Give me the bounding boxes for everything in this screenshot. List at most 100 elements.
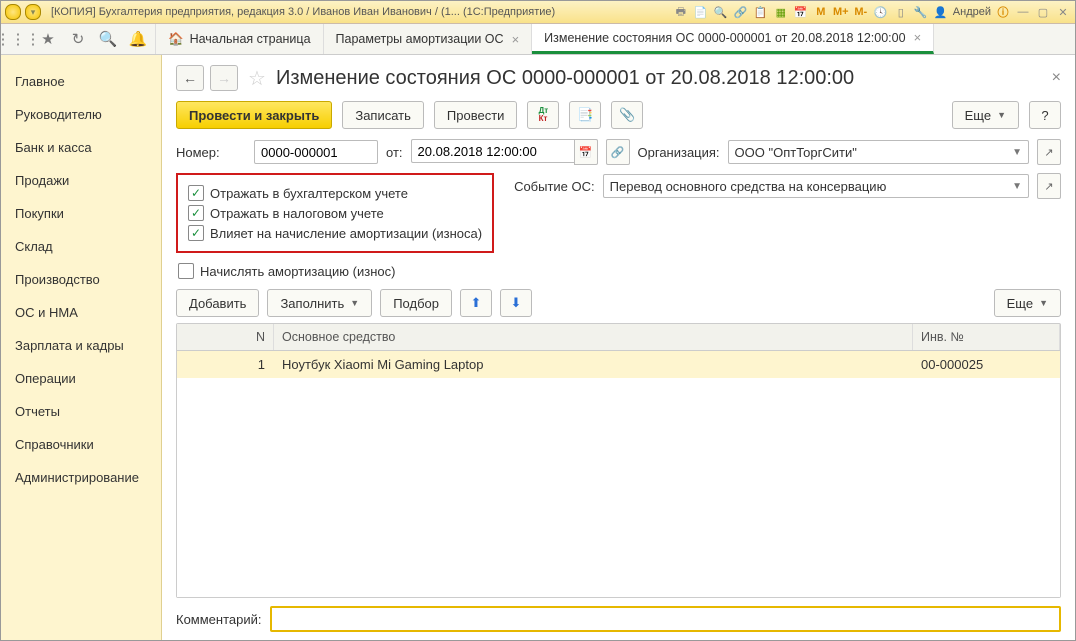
- move-down-button[interactable]: ⬇: [500, 289, 532, 317]
- sidebar: Главное Руководителю Банк и касса Продаж…: [1, 55, 162, 640]
- comment-label: Комментарий:: [176, 612, 262, 627]
- clipboard-icon[interactable]: 📋: [753, 4, 769, 20]
- table-row[interactable]: 1 Ноутбук Xiaomi Mi Gaming Laptop 00-000…: [177, 351, 1060, 378]
- wrench-icon[interactable]: 🔧: [913, 4, 929, 20]
- attach-button[interactable]: 📎: [611, 101, 643, 129]
- move-up-button[interactable]: ⬆: [460, 289, 492, 317]
- sidebar-item-warehouse[interactable]: Склад: [1, 230, 161, 263]
- close-tab-icon[interactable]: ×: [914, 30, 922, 45]
- date-input[interactable]: [411, 139, 574, 163]
- calendar-button[interactable]: 📅: [574, 139, 598, 165]
- sidebar-item-salary[interactable]: Зарплата и кадры: [1, 329, 161, 362]
- more-list-button[interactable]: Еще▼: [994, 289, 1061, 317]
- checkbox-checked-icon: ✓: [188, 225, 204, 241]
- col-inv-header[interactable]: Инв. №: [913, 324, 1060, 350]
- chevron-down-icon: ▼: [1012, 181, 1022, 192]
- number-input[interactable]: [254, 140, 378, 164]
- user-name[interactable]: Андрей: [953, 6, 991, 18]
- cell-n: 1: [177, 351, 274, 378]
- sidebar-item-reports[interactable]: Отчеты: [1, 395, 161, 428]
- check-buh[interactable]: ✓ Отражать в бухгалтерском учете: [188, 185, 482, 201]
- top-toolbar: ⋮⋮⋮ ★ ↻ 🔍 🔔 🏠 Начальная страница Парамет…: [1, 24, 1075, 55]
- post-and-close-button[interactable]: Провести и закрыть: [176, 101, 332, 129]
- tab-home[interactable]: 🏠 Начальная страница: [156, 24, 324, 54]
- more-button[interactable]: Еще▼: [952, 101, 1019, 129]
- number-label: Номер:: [176, 145, 246, 160]
- nav-forward-button[interactable]: →: [210, 65, 238, 91]
- org-select[interactable]: ООО "ОптТоргСити" ▼: [728, 140, 1029, 164]
- assets-table: N Основное средство Инв. № 1 Ноутбук Xia…: [176, 323, 1061, 598]
- sidebar-item-purchases[interactable]: Покупки: [1, 197, 161, 230]
- accounting-checks-block: ✓Отражать в бухгалтерском учете ✓Отражат…: [176, 173, 494, 253]
- apps-icon[interactable]: ⋮⋮⋮: [9, 30, 27, 48]
- m-plus-icon[interactable]: M+: [833, 4, 849, 20]
- check-amort-calc[interactable]: Начислять амортизацию (износ): [178, 263, 494, 279]
- close-tab-icon[interactable]: ×: [512, 32, 520, 47]
- sidebar-item-production[interactable]: Производство: [1, 263, 161, 296]
- print2-icon[interactable]: 📄: [693, 4, 709, 20]
- clock-icon[interactable]: 🕓: [873, 4, 889, 20]
- close-window-icon[interactable]: ✕: [1055, 4, 1071, 20]
- select-button[interactable]: Подбор: [380, 289, 452, 317]
- tab-amort-params[interactable]: Параметры амортизации ОС ×: [324, 24, 533, 54]
- org-open-button[interactable]: ↗: [1037, 139, 1061, 165]
- sidebar-item-refs[interactable]: Справочники: [1, 428, 161, 461]
- link-button[interactable]: 🔗: [606, 139, 630, 165]
- structure-button[interactable]: 📑: [569, 101, 601, 129]
- sidebar-item-main[interactable]: Главное: [1, 65, 161, 98]
- help-button[interactable]: ?: [1029, 101, 1061, 129]
- search-icon[interactable]: 🔍: [99, 30, 117, 48]
- minimize-icon[interactable]: —: [1015, 4, 1031, 20]
- link-icon[interactable]: 🔗: [733, 4, 749, 20]
- sidebar-item-bank[interactable]: Банк и касса: [1, 131, 161, 164]
- org-label: Организация:: [638, 145, 720, 160]
- calc-icon[interactable]: ▦: [773, 4, 789, 20]
- check-label: Начислять амортизацию (износ): [200, 264, 395, 279]
- tab-change-state[interactable]: Изменение состояния ОС 0000-000001 от 20…: [532, 24, 934, 54]
- check-tax[interactable]: ✓Отражать в налоговом учете: [188, 205, 482, 221]
- panel-icon[interactable]: ▯: [893, 4, 909, 20]
- col-n-header[interactable]: N: [177, 324, 274, 350]
- check-amort-affect[interactable]: ✓Влияет на начисление амортизации (износ…: [188, 225, 482, 241]
- comment-input[interactable]: [270, 606, 1062, 632]
- sidebar-item-manager[interactable]: Руководителю: [1, 98, 161, 131]
- checkbox-checked-icon: ✓: [188, 185, 204, 201]
- post-button[interactable]: Провести: [434, 101, 518, 129]
- event-open-button[interactable]: ↗: [1037, 173, 1061, 199]
- sidebar-item-os-nma[interactable]: ОС и НМА: [1, 296, 161, 329]
- event-value: Перевод основного средства на консерваци…: [610, 179, 887, 194]
- history-icon[interactable]: ↻: [69, 30, 87, 48]
- favorite-icon[interactable]: ☆: [248, 66, 266, 91]
- dtkt-button[interactable]: ДтКт: [527, 101, 559, 129]
- dropdown-icon[interactable]: ▾: [25, 4, 41, 20]
- add-button[interactable]: Добавить: [176, 289, 259, 317]
- sidebar-item-sales[interactable]: Продажи: [1, 164, 161, 197]
- event-select[interactable]: Перевод основного средства на консерваци…: [603, 174, 1029, 198]
- nav-back-button[interactable]: ←: [176, 65, 204, 91]
- write-button[interactable]: Записать: [342, 101, 424, 129]
- sidebar-item-operations[interactable]: Операции: [1, 362, 161, 395]
- user-icon: 👤: [933, 4, 949, 20]
- chevron-down-icon: ▼: [1012, 147, 1022, 158]
- m-icon[interactable]: M: [813, 4, 829, 20]
- close-page-icon[interactable]: ×: [1052, 69, 1061, 87]
- sidebar-item-admin[interactable]: Администрирование: [1, 461, 161, 494]
- calendar-icon[interactable]: 📅: [793, 4, 809, 20]
- from-label: от:: [386, 145, 403, 160]
- home-icon: 🏠: [168, 32, 184, 47]
- col-os-header[interactable]: Основное средство: [274, 324, 913, 350]
- fill-button[interactable]: Заполнить▼: [267, 289, 372, 317]
- m-minus-icon[interactable]: M-: [853, 4, 869, 20]
- window-title: [КОПИЯ] Бухгалтерия предприятия, редакци…: [51, 6, 555, 18]
- bell-icon[interactable]: 🔔: [129, 30, 147, 48]
- check-label: Отражать в бухгалтерском учете: [210, 186, 408, 201]
- tab-label: Параметры амортизации ОС: [336, 32, 504, 46]
- star-icon[interactable]: ★: [39, 30, 57, 48]
- check-label: Отражать в налоговом учете: [210, 206, 384, 221]
- info-icon[interactable]: ⓘ: [995, 4, 1011, 20]
- tab-home-label: Начальная страница: [190, 32, 311, 46]
- print-icon[interactable]: 🖶: [673, 4, 689, 20]
- maximize-icon[interactable]: ▢: [1035, 4, 1051, 20]
- cell-os: Ноутбук Xiaomi Mi Gaming Laptop: [274, 351, 913, 378]
- search-tb-icon[interactable]: 🔍: [713, 4, 729, 20]
